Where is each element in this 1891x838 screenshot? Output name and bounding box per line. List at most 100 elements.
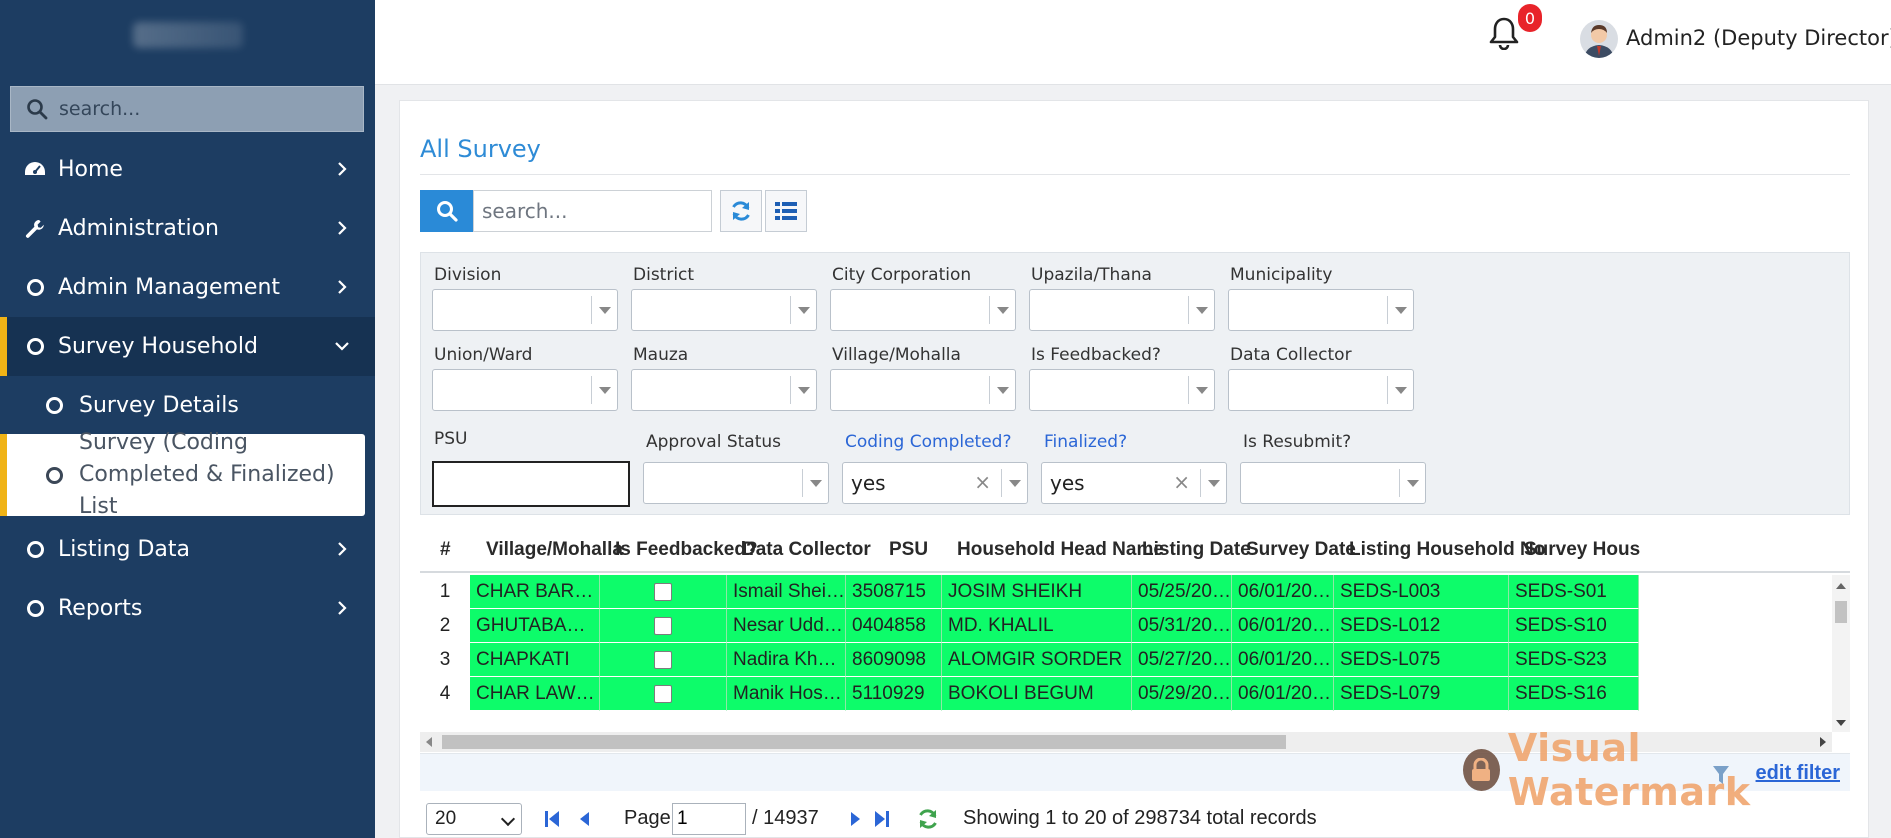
divider (420, 174, 1850, 175)
clear-icon[interactable]: × (1173, 470, 1190, 494)
sidebar-item-listing-data[interactable]: Listing Data (0, 520, 375, 579)
cell-listing-no: SEDS-L012 (1334, 609, 1509, 643)
cell-survey-date: 06/01/2023 (1232, 609, 1334, 643)
coding-completed-value: yes (851, 471, 886, 495)
is-feedbacked-select[interactable] (1029, 369, 1215, 411)
user-menu[interactable]: Admin2 (Deputy Director) (1626, 26, 1891, 50)
clear-icon[interactable]: × (974, 470, 991, 494)
survey-card: All Survey Division District City Corpor… (399, 100, 1869, 838)
table-row[interactable]: 1 CHAR BARAP... Ismail Sheik... 3508715 … (420, 575, 1832, 609)
sidebar-item-administration[interactable]: Administration (0, 199, 375, 258)
feedbacked-checkbox[interactable] (654, 650, 672, 669)
cell-household-head: JOSIM SHEIKH (942, 575, 1132, 609)
chevron-right-icon (338, 601, 347, 615)
cell-household-head: MD. KHALIL (942, 609, 1132, 643)
column-header[interactable]: Survey Hous (1524, 539, 1640, 561)
refresh-icon[interactable] (916, 807, 940, 831)
sidebar-item-label: Listing Data (58, 537, 190, 562)
psu-input[interactable] (432, 461, 630, 507)
column-header[interactable]: Is Feedbacked? (615, 539, 758, 561)
cell-feedbacked (600, 643, 727, 677)
column-header[interactable]: PSU (889, 539, 928, 561)
column-header[interactable]: Data Collector (742, 539, 871, 561)
cell-survey-no: SEDS-S01 (1509, 575, 1639, 609)
village-select[interactable] (830, 369, 1016, 411)
division-select[interactable] (432, 289, 618, 331)
next-page-icon[interactable] (850, 810, 862, 828)
grid-toolbar: Visual Watermark edit filter (420, 726, 1850, 814)
sidebar-search (10, 86, 364, 132)
app-logo[interactable] (0, 0, 375, 70)
page-total: / 14937 (752, 807, 819, 829)
feedbacked-checkbox[interactable] (654, 582, 672, 601)
feedbacked-checkbox[interactable] (654, 684, 672, 703)
cell-listing-date: 05/25/2023 (1132, 575, 1232, 609)
cell-listing-date: 05/31/2023 (1132, 609, 1232, 643)
table-row[interactable]: 2 GHUTABACH... Nesar Uddin... 0404858 MD… (420, 609, 1832, 643)
union-ward-select[interactable] (432, 369, 618, 411)
division-label: Division (434, 265, 502, 285)
first-page-icon[interactable] (544, 810, 560, 828)
sidebar-item-label: Reports (58, 596, 143, 621)
sidebar-subitem-survey-details[interactable]: Survey Details (0, 376, 375, 434)
mauza-select[interactable] (631, 369, 817, 411)
table-row[interactable]: 3 CHAPKATI Nadira Khan... 8609098 ALOMGI… (420, 643, 1832, 677)
edit-filter-link[interactable]: edit filter (1756, 762, 1840, 785)
sidebar-item-survey-household[interactable]: Survey Household (0, 317, 375, 376)
last-page-icon[interactable] (874, 810, 890, 828)
coding-completed-select[interactable]: yes × (842, 462, 1028, 504)
table-header: # Village/Mohalla Is Feedbacked? Data Co… (420, 529, 1850, 573)
previous-page-icon[interactable] (578, 810, 590, 828)
data-collector-select[interactable] (1228, 369, 1414, 411)
sidebar-item-home[interactable]: Home (0, 140, 375, 199)
chevron-right-icon (338, 162, 347, 176)
refresh-button[interactable] (720, 190, 762, 232)
table-row[interactable]: 4 CHAR LAWRE... Manik Hoss... 5110929 BO… (420, 677, 1832, 711)
circle-icon (24, 598, 46, 620)
notification-badge: 0 (1518, 4, 1542, 32)
mauza-label: Mauza (633, 345, 689, 365)
page-size-value: 20 (435, 808, 457, 829)
cell-feedbacked (600, 575, 727, 609)
table-body: 1 CHAR BARAP... Ismail Sheik... 3508715 … (420, 575, 1832, 732)
column-header[interactable]: # (440, 539, 451, 561)
search-button[interactable] (420, 190, 473, 232)
cell-survey-date: 06/01/2023 (1232, 643, 1334, 677)
sidebar-item-admin-management[interactable]: Admin Management (0, 258, 375, 317)
coding-completed-label: Coding Completed? (845, 432, 1012, 452)
vertical-scrollbar[interactable] (1832, 575, 1850, 732)
sidebar-subitem-coding-completed-finalized[interactable]: Survey (Coding Completed & Finalized) Li… (0, 430, 365, 519)
approval-status-select[interactable] (643, 462, 829, 504)
district-select[interactable] (631, 289, 817, 331)
column-header[interactable]: Village/Mohalla (486, 539, 623, 561)
city-corporation-select[interactable] (830, 289, 1016, 331)
is-resubmit-select[interactable] (1240, 462, 1426, 504)
column-header[interactable]: Household Head Name (957, 539, 1164, 561)
filter-panel: Division District City Corporation Upazi… (420, 252, 1850, 515)
page-size-select[interactable]: 20 (426, 803, 522, 835)
bell-icon[interactable] (1488, 16, 1520, 50)
municipality-select[interactable] (1228, 289, 1414, 331)
avatar[interactable] (1580, 20, 1618, 58)
sidebar-search-input[interactable] (59, 98, 349, 120)
column-header[interactable]: Listing Date (1142, 539, 1251, 561)
sidebar-item-reports[interactable]: Reports (0, 579, 375, 638)
column-header[interactable]: Listing Household No (1349, 539, 1545, 561)
lock-icon (1463, 749, 1500, 791)
page-number-input[interactable] (672, 803, 746, 835)
cell-household-head: BOKOLI BEGUM (942, 677, 1132, 711)
topbar: 0 Admin2 (Deputy Director) (375, 0, 1891, 85)
chevron-down-icon (500, 811, 516, 827)
finalized-select[interactable]: yes × (1041, 462, 1227, 504)
search-input[interactable] (473, 190, 712, 232)
filter-icon (1713, 766, 1729, 784)
cell-survey-no: SEDS-S23 (1509, 643, 1639, 677)
sidebar-item-label: Home (58, 157, 123, 182)
circle-icon (24, 336, 46, 358)
cell-feedbacked (600, 677, 727, 711)
column-list-button[interactable] (765, 190, 807, 232)
upazila-select[interactable] (1029, 289, 1215, 331)
column-header[interactable]: Survey Date (1246, 539, 1356, 561)
feedbacked-checkbox[interactable] (654, 616, 672, 635)
city-corporation-label: City Corporation (832, 265, 972, 285)
